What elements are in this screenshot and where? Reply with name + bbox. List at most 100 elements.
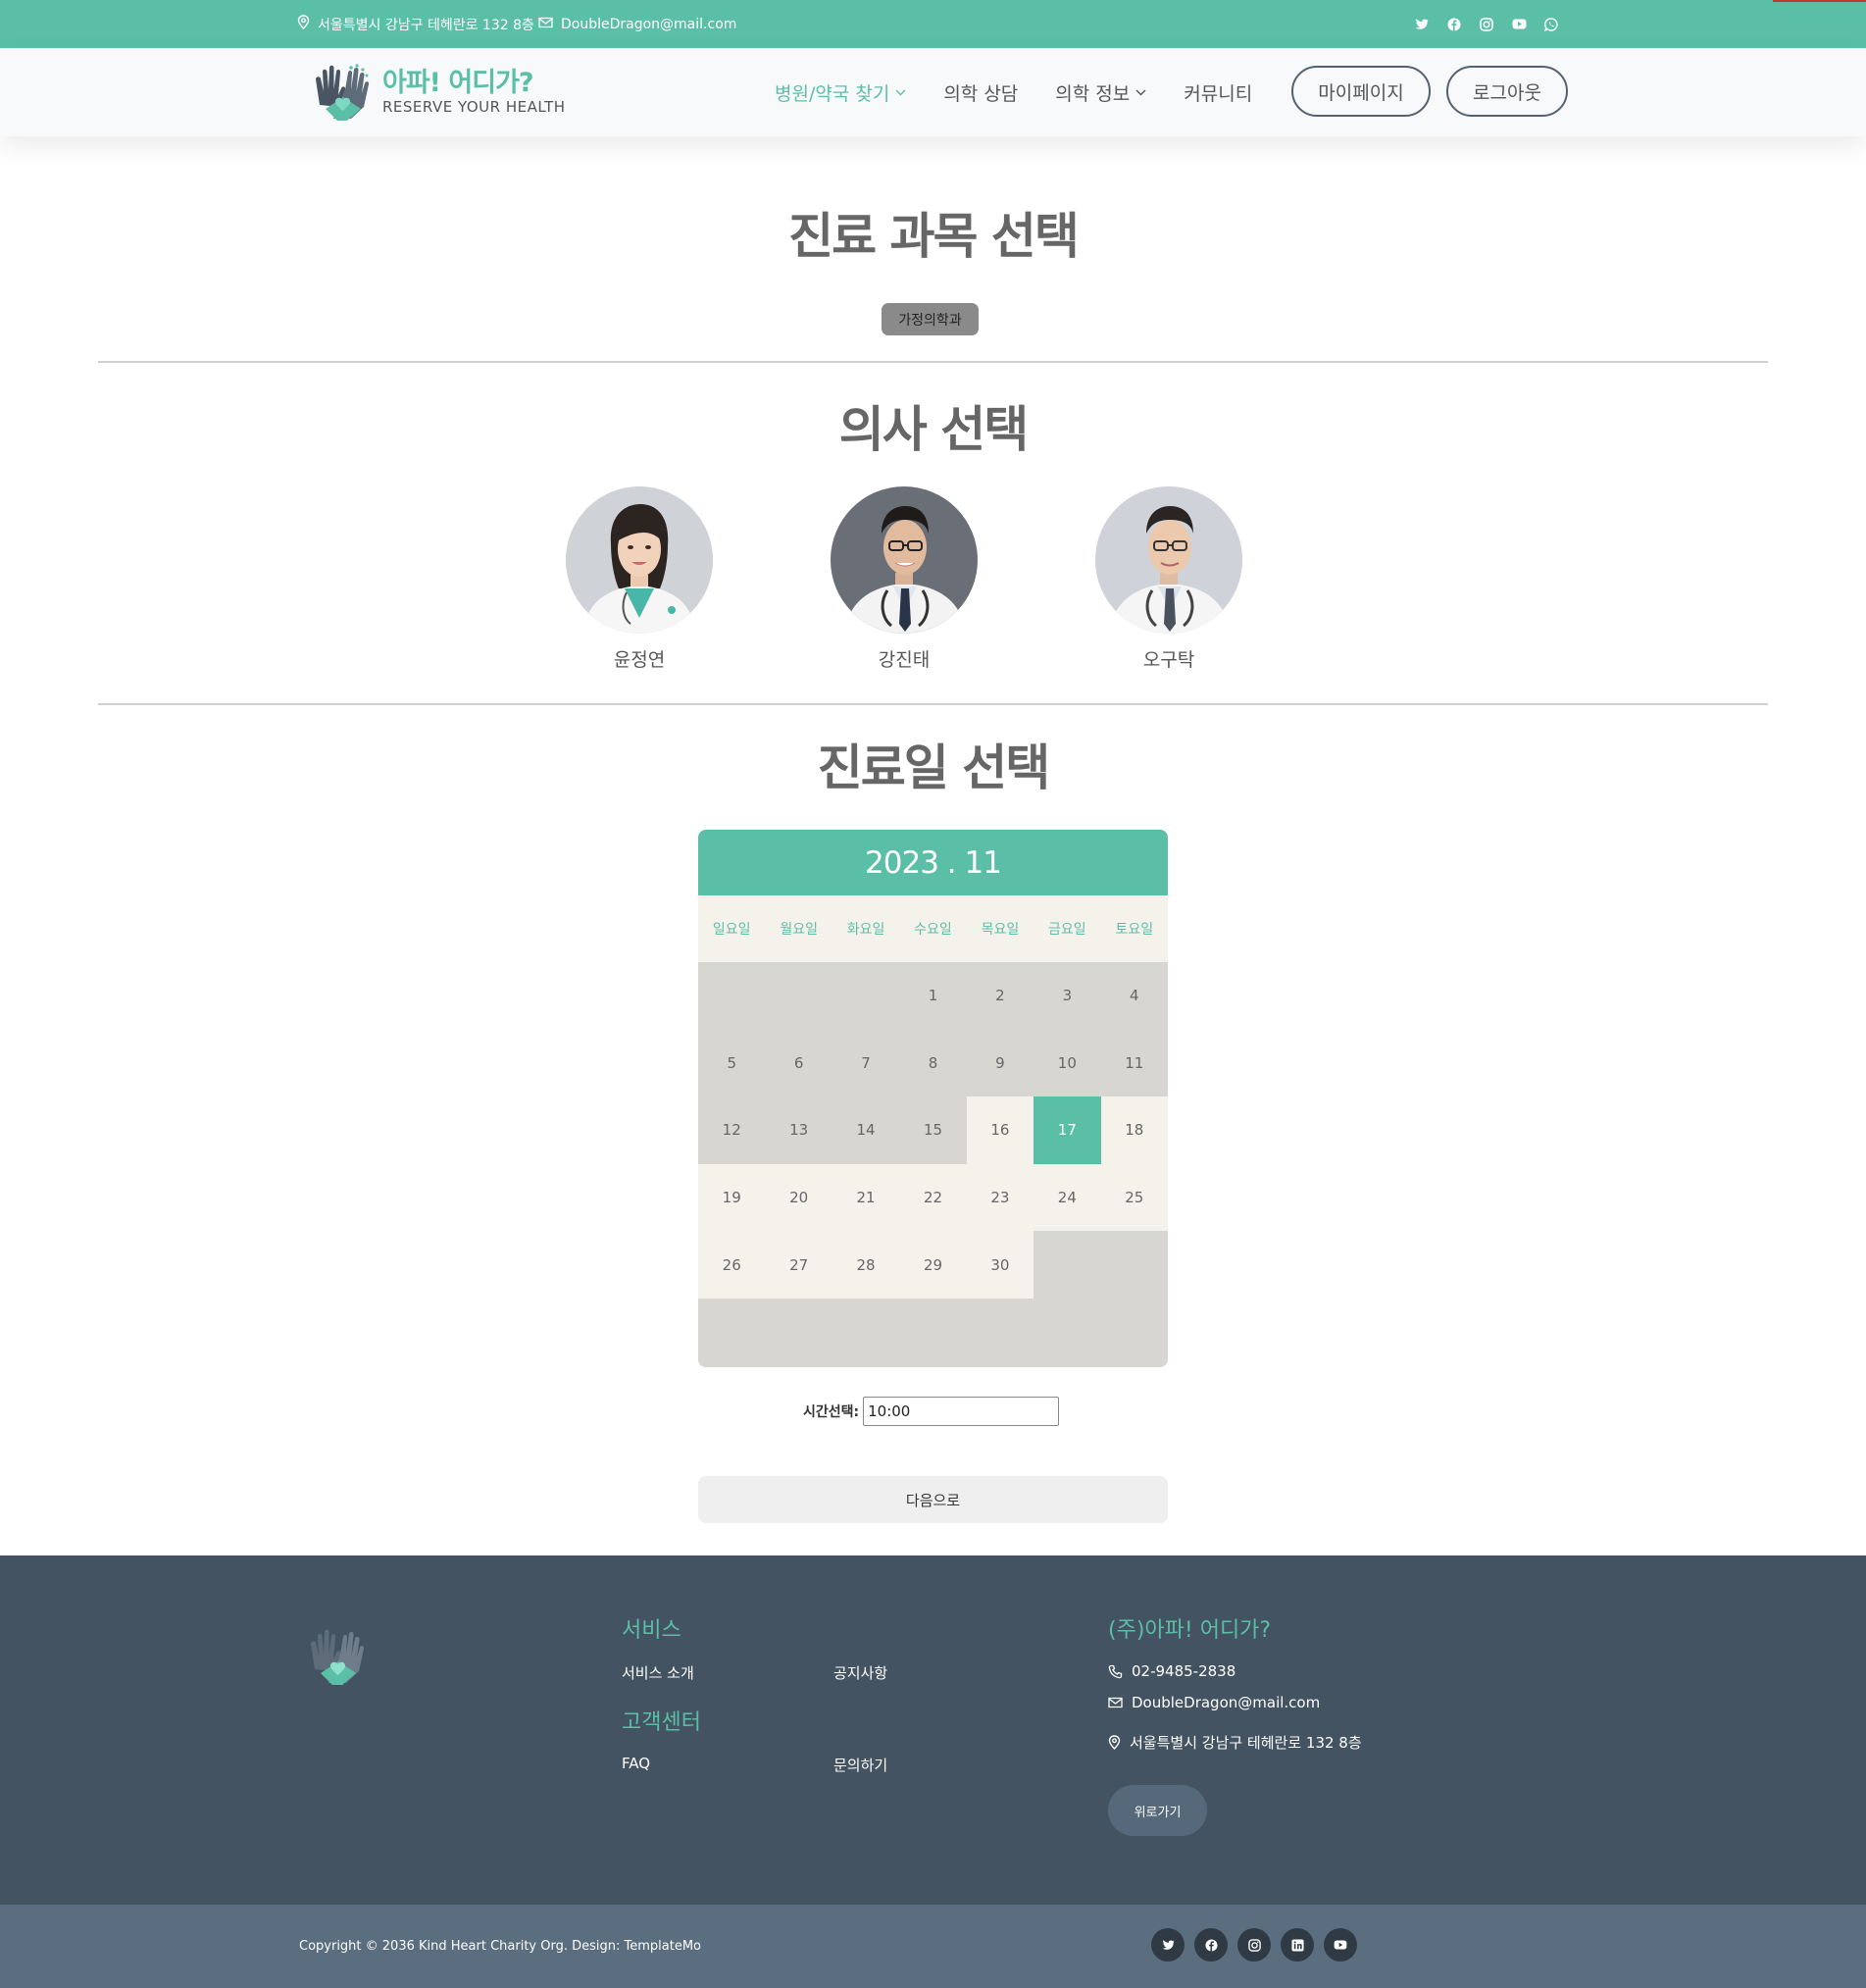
instagram-icon[interactable] bbox=[1237, 1928, 1271, 1962]
calendar-days-grid: 1 2 3 4 5 6 7 8 9 10 11 12 13 14 15 16 17 18 19 20 21 22 23 24 2… bbox=[698, 962, 1168, 1366]
nav-find-hospital[interactable]: 병원/약국 찾기 bbox=[775, 79, 906, 106]
back-to-top-button[interactable]: 위로가기 bbox=[1108, 1785, 1207, 1836]
calendar-day: 12 bbox=[698, 1096, 766, 1164]
nav-medical-info-label: 의학 정보 bbox=[1055, 82, 1131, 105]
doctor-section-title: 의사 선택 bbox=[838, 401, 1029, 458]
footer-logo-icon[interactable] bbox=[307, 1626, 368, 1687]
facebook-icon[interactable] bbox=[1445, 16, 1463, 33]
footer-phone[interactable]: 02-9485-2838 bbox=[1108, 1662, 1236, 1680]
doctor-avatar[interactable] bbox=[566, 486, 713, 634]
calendar-empty-cell bbox=[698, 1298, 766, 1366]
footer-address: 서울특별시 강남구 테헤란로 132 8층 bbox=[1108, 1732, 1362, 1753]
nav-medical-info[interactable]: 의학 정보 bbox=[1055, 79, 1146, 106]
doctor-avatar[interactable] bbox=[831, 486, 978, 634]
nav-community[interactable]: 커뮤니티 bbox=[1184, 79, 1252, 106]
section-divider bbox=[98, 361, 1768, 363]
calendar-day: 9 bbox=[966, 1029, 1034, 1097]
doctor-card[interactable]: 오구탁 bbox=[1095, 486, 1242, 672]
youtube-icon[interactable] bbox=[1510, 16, 1528, 33]
calendar-day[interactable]: 23 bbox=[966, 1163, 1034, 1232]
location-icon bbox=[297, 15, 310, 33]
copyright-bar: Copyright © 2036 Kind Heart Charity Org.… bbox=[0, 1905, 1866, 1988]
calendar-day: 3 bbox=[1034, 962, 1101, 1030]
calendar-weekday-label: 수요일 bbox=[899, 895, 967, 962]
calendar-day[interactable]: 19 bbox=[698, 1163, 766, 1232]
nav-find-hospital-label: 병원/약국 찾기 bbox=[775, 82, 890, 105]
calendar-day-selected[interactable]: 17 bbox=[1034, 1096, 1101, 1164]
location-icon bbox=[1108, 1735, 1121, 1750]
top-accent-line bbox=[1773, 0, 1866, 2]
site-logo[interactable]: 아파! 어디가? RESERVE YOUR HEALTH bbox=[312, 62, 566, 123]
footer-link-faq[interactable]: FAQ bbox=[622, 1755, 650, 1772]
doctor-name: 윤정연 bbox=[613, 649, 666, 671]
chevron-down-icon bbox=[1135, 89, 1146, 95]
footer-link-notice[interactable]: 공지사항 bbox=[833, 1662, 887, 1683]
calendar-empty-cell bbox=[765, 1298, 832, 1366]
calendar-day[interactable]: 26 bbox=[698, 1231, 766, 1299]
doctor-card[interactable]: 강진태 bbox=[831, 486, 978, 672]
calendar-day[interactable]: 18 bbox=[1100, 1096, 1168, 1164]
next-button[interactable]: 다음으로 bbox=[698, 1476, 1168, 1523]
calendar-weekday-label: 금요일 bbox=[1034, 895, 1101, 962]
logo-tagline: RESERVE YOUR HEALTH bbox=[382, 98, 566, 116]
instagram-icon[interactable] bbox=[1478, 16, 1495, 33]
calendar-weekday-row: 일요일 월요일 화요일 수요일 목요일 금요일 토요일 bbox=[698, 895, 1168, 962]
mypage-button[interactable]: 마이페이지 bbox=[1291, 66, 1431, 117]
calendar-day[interactable]: 30 bbox=[966, 1231, 1034, 1299]
calendar-empty-cell bbox=[899, 1298, 967, 1366]
copyright-text: Copyright © 2036 Kind Heart Charity Org.… bbox=[299, 1939, 701, 1954]
top-address: 서울특별시 강남구 테헤란로 132 8층 bbox=[297, 0, 534, 48]
calendar-day: 15 bbox=[899, 1096, 967, 1164]
doctor-avatar[interactable] bbox=[1095, 486, 1242, 634]
calendar-month-label: 2023 . 11 bbox=[698, 830, 1168, 895]
nav-medical-consult[interactable]: 의학 상담 bbox=[943, 79, 1018, 106]
site-header: 아파! 어디가? RESERVE YOUR HEALTH 병원/약국 찾기 의학… bbox=[0, 48, 1866, 136]
calendar-day[interactable]: 21 bbox=[832, 1163, 900, 1232]
calendar-day[interactable]: 27 bbox=[765, 1231, 832, 1299]
top-email-text[interactable]: DoubleDragon@mail.com bbox=[561, 17, 736, 32]
footer-services-title: 서비스 bbox=[622, 1618, 681, 1643]
calendar-day[interactable]: 24 bbox=[1034, 1163, 1101, 1232]
department-badge[interactable]: 가정의학과 bbox=[882, 303, 979, 335]
calendar-day: 14 bbox=[832, 1096, 900, 1164]
calendar-empty-cell bbox=[1100, 1231, 1168, 1299]
time-select-label: 시간선택: bbox=[803, 1404, 860, 1420]
calendar-day[interactable]: 25 bbox=[1100, 1163, 1168, 1232]
logo-text: 아파! 어디가? RESERVE YOUR HEALTH bbox=[382, 69, 566, 117]
footer-link-service-intro[interactable]: 서비스 소개 bbox=[622, 1662, 694, 1683]
twitter-icon[interactable] bbox=[1413, 16, 1431, 33]
calendar-day[interactable]: 22 bbox=[899, 1163, 967, 1232]
calendar-day: 4 bbox=[1100, 962, 1168, 1030]
calendar-day[interactable]: 16 bbox=[966, 1096, 1034, 1164]
footer-email[interactable]: DoubleDragon@mail.com bbox=[1108, 1694, 1320, 1711]
linkedin-icon[interactable] bbox=[1281, 1928, 1314, 1962]
top-email[interactable]: DoubleDragon@mail.com bbox=[538, 0, 736, 48]
footer-link-inquiry[interactable]: 문의하기 bbox=[833, 1755, 887, 1775]
youtube-icon[interactable] bbox=[1324, 1928, 1357, 1962]
doctor-card[interactable]: 윤정연 bbox=[566, 486, 713, 672]
footer-support-title: 고객센터 bbox=[622, 1710, 701, 1735]
calendar-day[interactable]: 29 bbox=[899, 1231, 967, 1299]
logout-button[interactable]: 로그아웃 bbox=[1446, 66, 1568, 117]
calendar-weekday-label: 일요일 bbox=[698, 895, 766, 962]
twitter-icon[interactable] bbox=[1151, 1928, 1185, 1962]
whatsapp-icon[interactable] bbox=[1542, 16, 1560, 33]
top-bar: 서울특별시 강남구 테헤란로 132 8층 DoubleDragon@mail.… bbox=[0, 0, 1866, 48]
calendar-empty-cell bbox=[966, 1298, 1034, 1366]
calendar-empty-cell bbox=[1034, 1231, 1101, 1299]
calendar-day: 5 bbox=[698, 1029, 766, 1097]
calendar-empty-cell bbox=[1100, 1298, 1168, 1366]
calendar-day: 8 bbox=[899, 1029, 967, 1097]
calendar-empty-cell bbox=[832, 1298, 900, 1366]
calendar-day[interactable]: 28 bbox=[832, 1231, 900, 1299]
calendar-day: 7 bbox=[832, 1029, 900, 1097]
calendar-day[interactable]: 20 bbox=[765, 1163, 832, 1232]
time-input[interactable] bbox=[863, 1397, 1060, 1426]
mail-icon bbox=[1108, 1697, 1123, 1708]
department-section-title: 진료 과목 선택 bbox=[788, 208, 1080, 265]
facebook-icon[interactable] bbox=[1194, 1928, 1228, 1962]
section-divider bbox=[98, 703, 1768, 705]
logo-hands-heart-icon bbox=[316, 64, 370, 121]
calendar-day: 10 bbox=[1034, 1029, 1101, 1097]
calendar: 2023 . 11 일요일 월요일 화요일 수요일 목요일 금요일 토요일 12345678… bbox=[698, 830, 1168, 1367]
